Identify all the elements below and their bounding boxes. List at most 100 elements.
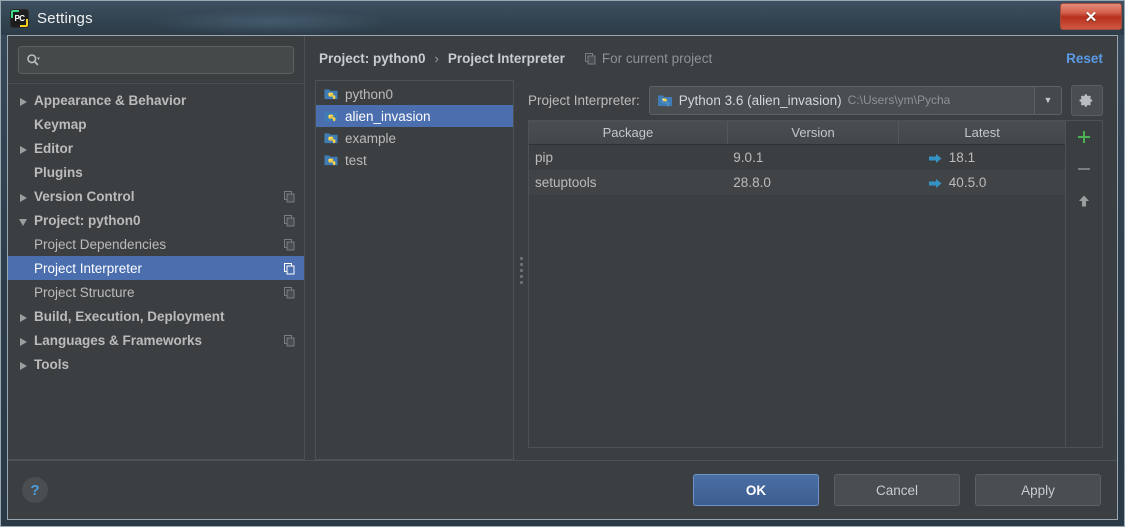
list-item[interactable]: test: [316, 149, 513, 171]
breadcrumb-current: Project Interpreter: [447, 50, 565, 66]
chevron-down-icon[interactable]: ▼: [1033, 86, 1061, 114]
apply-button[interactable]: Apply: [975, 474, 1101, 506]
settings-main-pane: Project: python0 › Project Interpreter F…: [304, 36, 1117, 460]
list-item[interactable]: python0: [316, 83, 513, 105]
sidebar-item-editor[interactable]: Editor: [8, 136, 304, 160]
column-header[interactable]: Package: [529, 121, 728, 145]
interpreter-row: Project Interpreter: Python 3.6 (alien_i…: [528, 80, 1103, 120]
package-side: Project Interpreter: Python 3.6 (alien_i…: [528, 80, 1103, 460]
latest-version-label: 40.5.0: [948, 175, 987, 190]
chevron-right-icon[interactable]: [18, 359, 28, 370]
ok-button[interactable]: OK: [693, 474, 819, 506]
scope-note: For current project: [584, 51, 712, 66]
gear-icon[interactable]: [1070, 84, 1103, 116]
column-header[interactable]: Version: [727, 121, 900, 145]
search-box[interactable]: [18, 46, 294, 74]
sidebar-item-plugins[interactable]: Plugins: [8, 160, 304, 184]
remove-package-button[interactable]: [1070, 157, 1098, 181]
project-scope-icon: [283, 286, 296, 299]
project-scope-icon: [283, 214, 296, 227]
chevron-right-icon[interactable]: [18, 335, 28, 346]
sidebar-item-label: Keymap: [34, 116, 87, 132]
breadcrumb-parent[interactable]: Project: python0: [319, 51, 426, 66]
upgrade-package-button[interactable]: [1070, 189, 1098, 213]
list-item[interactable]: example: [316, 127, 513, 149]
package-name-cell: pip: [535, 150, 554, 165]
chevron-down-icon[interactable]: [18, 215, 28, 226]
chevron-right-icon[interactable]: [18, 143, 28, 154]
project-scope-icon: [283, 238, 296, 251]
table-body: pip 9.0.1 18.1 setuptools 28.8.0 40.5.0: [529, 145, 1065, 195]
reset-link[interactable]: Reset: [1066, 51, 1103, 66]
add-package-button[interactable]: [1070, 125, 1098, 149]
dialog-content: Appearance & Behavior Keymap Editor Plugins…: [8, 36, 1117, 460]
settings-sidebar: Appearance & Behavior Keymap Editor Plugins…: [8, 36, 304, 460]
interpreter-select[interactable]: Python 3.6 (alien_invasion) C:\Users\ym\…: [648, 85, 1062, 115]
sidebar-item-appearance-behavior[interactable]: Appearance & Behavior: [8, 88, 304, 112]
settings-tree: Appearance & Behavior Keymap Editor Plugins…: [8, 83, 304, 460]
upgrade-available-icon: [928, 177, 942, 188]
latest-version-label: 18.1: [948, 150, 976, 165]
table-row[interactable]: setuptools 28.8.0 40.5.0: [529, 170, 1065, 195]
search-icon: [26, 53, 40, 67]
sidebar-item-languages-frameworks[interactable]: Languages & Frameworks: [8, 328, 304, 352]
scope-note-label: For current project: [601, 50, 713, 66]
desktop-background: PC Settings ✕ Appearance & Behavior Keym…: [0, 0, 1125, 527]
sidebar-item-project-interpreter[interactable]: Project Interpreter: [8, 256, 304, 280]
sidebar-item-label: Project Interpreter: [34, 260, 143, 276]
package-latest-cell: 18.1: [899, 145, 1065, 171]
sidebar-item-keymap[interactable]: Keymap: [8, 112, 304, 136]
interpreter-panes: python0 alien_invasionexample test Project…: [305, 80, 1117, 460]
dialog-buttons: OK Cancel Apply: [693, 474, 1101, 506]
sidebar-item-label: Plugins: [34, 164, 83, 180]
column-header[interactable]: Latest: [898, 121, 1065, 145]
list-item[interactable]: alien_invasion: [316, 105, 513, 127]
chevron-right-icon[interactable]: [18, 311, 28, 322]
pycharm-icon: PC: [11, 9, 28, 27]
sidebar-item-label: Appearance & Behavior: [34, 92, 187, 108]
sidebar-item-label: Project Dependencies: [34, 236, 167, 252]
package-latest-cell: 40.5.0: [898, 170, 1065, 195]
project-scope-icon: [584, 52, 597, 65]
packages-table: Package Version Latest pip 9.0.1 18.1 setupto…: [529, 121, 1065, 195]
settings-window: PC Settings ✕ Appearance & Behavior Keym…: [0, 0, 1125, 527]
help-button[interactable]: ?: [22, 477, 48, 503]
search-input[interactable]: [43, 52, 286, 68]
table-row[interactable]: pip 9.0.1 18.1: [529, 145, 1065, 171]
package-name-cell: setuptools: [529, 170, 728, 195]
package-version-cell: 28.8.0: [727, 170, 899, 195]
sidebar-item-project-python0[interactable]: Project: python0: [8, 208, 304, 232]
breadcrumb: Project: python0 › Project Interpreter F…: [305, 36, 1117, 80]
python-project-folder-icon: [323, 87, 339, 101]
search-container: [8, 46, 304, 83]
upgrade-available-icon: [928, 152, 942, 163]
settings-dialog: Appearance & Behavior Keymap Editor Plugins…: [7, 35, 1118, 520]
sidebar-item-project-dependencies[interactable]: Project Dependencies: [8, 232, 304, 256]
python-project-folder-icon: [323, 153, 339, 167]
packages-area: Package Version Latest pip 9.0.1 18.1 setupto…: [528, 120, 1103, 460]
sidebar-item-label: Project Structure: [34, 284, 135, 300]
project-name: example: [345, 130, 397, 146]
sidebar-item-project-structure[interactable]: Project Structure: [8, 280, 304, 304]
cancel-button[interactable]: Cancel: [834, 474, 960, 506]
sidebar-item-tools[interactable]: Tools: [8, 352, 304, 376]
interpreter-name: Python 3.6 (alien_invasion): [678, 92, 842, 108]
close-icon[interactable]: ✕: [1060, 3, 1122, 30]
interpreter-label: Project Interpreter:: [528, 92, 640, 108]
sidebar-item-label: Project: python0: [34, 212, 141, 228]
project-name: test: [345, 152, 367, 168]
table-header-row: Package Version Latest: [529, 121, 1065, 145]
sidebar-item-version-control[interactable]: Version Control: [8, 184, 304, 208]
package-version-cell: 9.0.1: [733, 150, 764, 165]
sidebar-item-label: Tools: [34, 356, 69, 372]
window-titlebar: PC Settings ✕: [1, 1, 1124, 35]
sidebar-item-build-execution-deployment[interactable]: Build, Execution, Deployment: [8, 304, 304, 328]
packages-table-wrap: Package Version Latest pip 9.0.1 18.1 setupto…: [528, 120, 1066, 448]
python-interpreter-icon: [657, 93, 673, 107]
chevron-right-icon[interactable]: [18, 191, 28, 202]
breadcrumb-separator: ›: [434, 50, 439, 66]
pane-splitter[interactable]: [514, 80, 528, 460]
dialog-footer: ? OK Cancel Apply: [8, 460, 1117, 519]
project-list: python0 alien_invasionexample test: [315, 80, 514, 460]
chevron-right-icon[interactable]: [18, 95, 28, 106]
